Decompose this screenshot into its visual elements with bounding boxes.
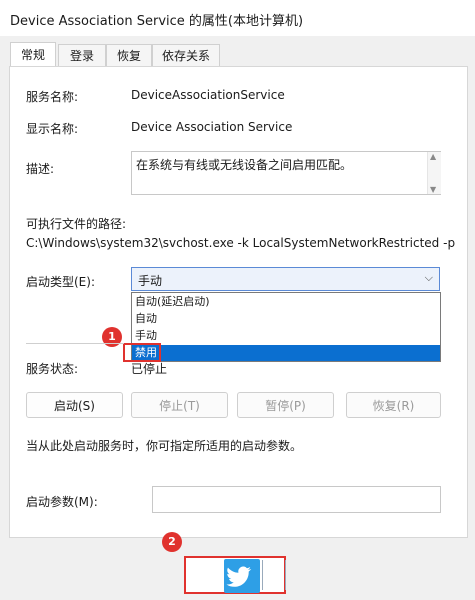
service-status-label: 服务状态: xyxy=(26,362,79,376)
service-status-value: 已停止 xyxy=(131,362,168,376)
startup-option-auto-delayed[interactable]: 自动(延迟启动) xyxy=(132,294,440,310)
start-params-label: 启动参数(M): xyxy=(26,495,98,509)
start-button[interactable]: 启动(S) xyxy=(26,392,123,418)
description-textbox[interactable]: 在系统与有线或无线设备之间启用匹配。 xyxy=(131,151,441,195)
twitter-bird-svg xyxy=(226,566,252,587)
stop-button[interactable]: 停止(T) xyxy=(131,392,228,418)
window-title: Device Association Service 的属性(本地计算机) xyxy=(10,14,304,29)
startup-type-selected: 手动 xyxy=(138,274,163,288)
startup-option-manual[interactable]: 手动 xyxy=(132,328,440,344)
tab-dependencies[interactable]: 依存关系 xyxy=(152,44,220,68)
grid-icon xyxy=(262,560,286,590)
service-name-label: 服务名称: xyxy=(26,90,79,104)
description-label: 描述: xyxy=(26,162,55,176)
scroll-down-icon[interactable]: ▼ xyxy=(430,185,436,194)
startup-type-select[interactable]: 手动 ⌵ xyxy=(131,267,440,291)
start-params-hint: 当从此处启动服务时，你可指定所适用的启动参数。 xyxy=(26,439,303,453)
step-badge-1: 1 xyxy=(102,327,122,347)
service-name-value: DeviceAssociationService xyxy=(131,88,285,102)
separator-line xyxy=(26,343,124,344)
twitter-bird-icon xyxy=(224,559,260,593)
pause-button[interactable]: 暂停(P) xyxy=(237,392,334,418)
chevron-down-icon[interactable]: ⌵ xyxy=(425,271,433,285)
display-name-label: 显示名称: xyxy=(26,122,79,136)
startup-option-disabled[interactable]: 禁用 xyxy=(132,345,440,361)
startup-option-auto[interactable]: 自动 xyxy=(132,311,440,327)
description-scrollbar[interactable]: ▲ ▼ xyxy=(427,152,441,194)
exe-path-label: 可执行文件的路径: xyxy=(26,217,127,231)
exe-path-value: C:\Windows\system32\svchost.exe -k Local… xyxy=(26,236,456,250)
title-bar: Device Association Service 的属性(本地计算机) xyxy=(0,0,475,37)
tab-recovery[interactable]: 恢复 xyxy=(106,44,152,68)
resume-button[interactable]: 恢复(R) xyxy=(346,392,441,418)
display-name-value: Device Association Service xyxy=(131,120,293,134)
description-text: 在系统与有线或无线设备之间启用匹配。 xyxy=(136,158,353,172)
startup-type-label: 启动类型(E): xyxy=(26,275,95,289)
tab-general[interactable]: 常规 xyxy=(10,42,56,69)
scroll-up-icon[interactable]: ▲ xyxy=(430,152,436,161)
start-params-input[interactable] xyxy=(152,486,441,513)
tab-logon[interactable]: 登录 xyxy=(58,44,106,68)
startup-type-dropdown: 自动(延迟启动) 自动 手动 禁用 xyxy=(131,292,441,362)
step-badge-2: 2 xyxy=(162,532,182,552)
